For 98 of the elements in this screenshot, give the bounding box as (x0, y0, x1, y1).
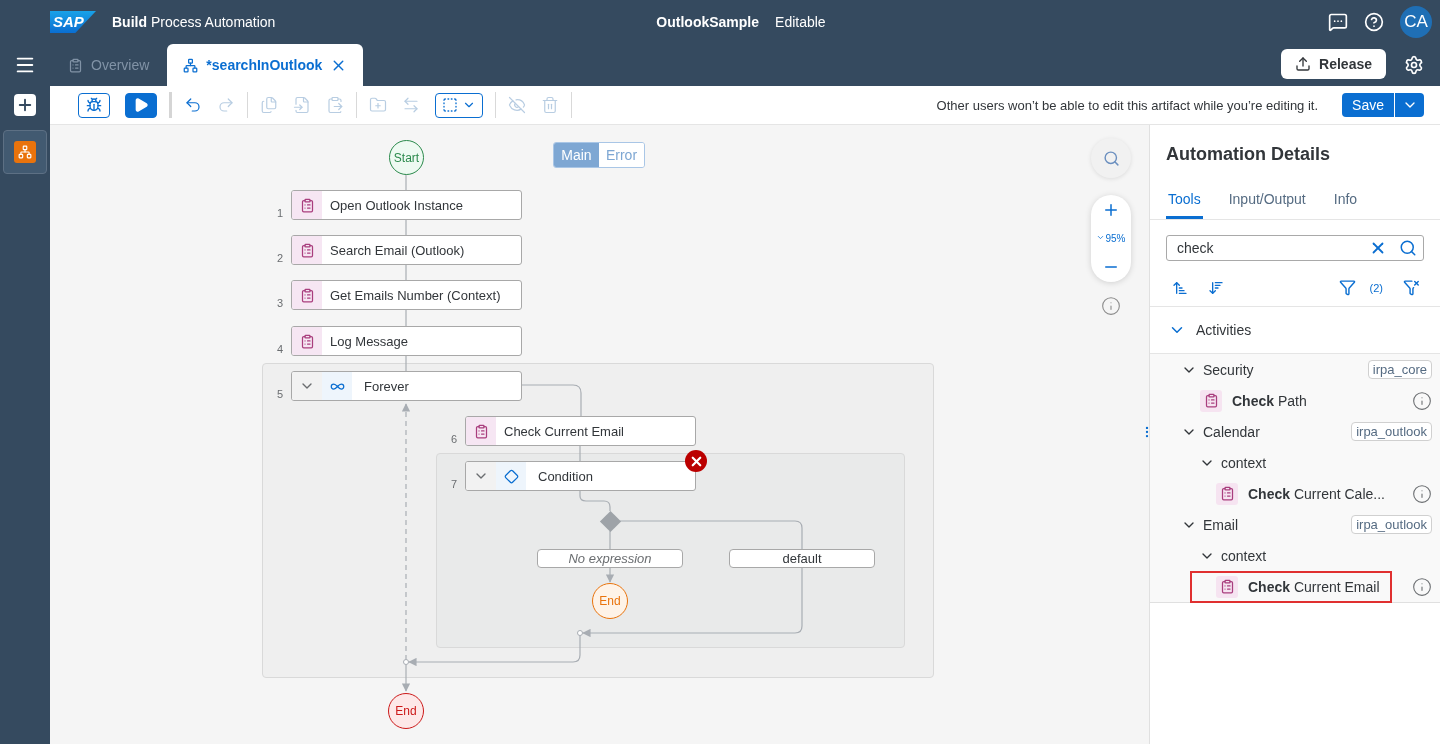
activity-node[interactable]: Check Current Email (465, 416, 696, 446)
save-menu-button[interactable] (1394, 93, 1424, 117)
panel-tab[interactable]: Info (1331, 191, 1360, 219)
activity-node[interactable]: Open Outlook Instance (291, 190, 522, 220)
connector-line (405, 355, 407, 372)
connector-line (579, 490, 611, 512)
info-icon[interactable] (1412, 483, 1432, 504)
library-tag: irpa_core (1367, 360, 1432, 379)
editor-tab[interactable]: *searchInOutlook (167, 44, 364, 86)
clipboard-icon (299, 197, 315, 213)
clipboard-icon (1216, 575, 1238, 598)
activity-item[interactable]: Check Path (1232, 392, 1307, 409)
clipboard-icon (1200, 389, 1222, 412)
junction-dot (577, 630, 583, 636)
diamond-icon (503, 468, 519, 484)
add-button[interactable] (14, 94, 36, 116)
search-bar[interactable]: check (1166, 235, 1424, 261)
panel-tab[interactable]: Input/Output (1226, 191, 1308, 219)
activity-node[interactable]: Forever (291, 371, 522, 401)
tab-label: *searchInOutlook (206, 57, 323, 73)
tree-item[interactable]: context (1221, 454, 1267, 471)
activity-node[interactable]: Log Message (291, 326, 522, 356)
search-icon (1102, 149, 1120, 167)
activity-item[interactable]: Check Current Email (1248, 578, 1380, 595)
tree-item[interactable]: Email (1203, 516, 1238, 533)
step-number: 1 (277, 207, 284, 219)
search-icon[interactable] (1399, 239, 1417, 257)
activity-node[interactable]: Condition (465, 461, 696, 491)
connector-line (405, 309, 407, 327)
clipboard-icon (299, 287, 315, 303)
step-number: 3 (277, 297, 284, 309)
step-number: 6 (451, 433, 458, 445)
clipboard-icon (299, 333, 315, 349)
panel-tab[interactable]: Tools (1166, 191, 1203, 219)
tree-item[interactable]: Security (1203, 361, 1254, 378)
chevron-icon (1096, 233, 1106, 242)
step-number: 7 (451, 478, 458, 490)
filter-count: (2) (1369, 281, 1383, 294)
connector-line (405, 264, 407, 281)
debug-button[interactable] (78, 92, 110, 118)
clipboard-icon (299, 242, 315, 258)
info-icon[interactable] (1412, 576, 1432, 597)
help-icon[interactable] (1364, 12, 1384, 32)
connector-line (405, 173, 407, 191)
info-icon[interactable] (1101, 296, 1121, 316)
settings-icon[interactable] (1404, 55, 1424, 75)
end-node[interactable]: End (388, 693, 424, 729)
branch-label[interactable]: default (729, 549, 875, 568)
hierarchy-icon (183, 57, 199, 73)
connector-line (405, 219, 407, 236)
clipboard-icon (68, 57, 83, 73)
project-title: OutlookSample (656, 14, 760, 30)
clipboard-icon (473, 423, 489, 439)
run-button[interactable] (125, 92, 157, 118)
info-icon[interactable] (1412, 390, 1432, 411)
connector-line (609, 530, 611, 550)
project-status: Editable (775, 14, 826, 30)
undo-icon[interactable] (184, 96, 202, 114)
branch-label[interactable]: No expression (537, 549, 683, 568)
connector-line (521, 384, 582, 417)
play-icon (133, 97, 149, 113)
tree-section[interactable]: Activities (1196, 322, 1252, 338)
panel-title: Automation Details (1165, 143, 1331, 165)
user-avatar[interactable]: CA (1400, 6, 1432, 38)
junction-dot (403, 659, 409, 665)
sort-ascending-icon[interactable] (1172, 279, 1188, 296)
activity-node[interactable]: Get Emails Number (Context) (291, 280, 522, 310)
release-button[interactable]: Release (1281, 49, 1386, 79)
step-number: 5 (277, 388, 284, 400)
editing-notice: Other users won’t be able to edit this artifact while you’re editing it. (936, 97, 1319, 113)
activity-node[interactable]: Search Email (Outlook) (291, 235, 522, 265)
library-tag: irpa_outlook (1351, 422, 1432, 441)
start-node[interactable]: Start (389, 140, 424, 175)
save-button[interactable]: Save (1342, 93, 1394, 117)
filter-icon[interactable] (1338, 279, 1356, 296)
logo: SAP (50, 11, 96, 33)
sort-descending-icon[interactable] (1208, 279, 1224, 296)
clipboard-icon (1216, 482, 1238, 505)
bug-icon (86, 97, 102, 113)
zoom-level[interactable]: 95% (1096, 233, 1126, 244)
upload-icon (1295, 56, 1312, 72)
clear-filter-icon[interactable] (1403, 279, 1420, 296)
library-tag: irpa_outlook (1351, 515, 1432, 534)
connector-line (579, 445, 581, 462)
zoom-in-icon[interactable] (1102, 201, 1120, 219)
plus-icon (16, 96, 34, 114)
nav-item[interactable] (3, 130, 47, 174)
activity-item[interactable]: Check Current Cale... (1248, 485, 1385, 502)
tree-item[interactable]: context (1221, 547, 1267, 564)
tab-label: Overview (91, 57, 150, 73)
tree-item[interactable]: Calendar (1203, 423, 1260, 440)
product-name: Build Process Automation (112, 14, 276, 30)
step-number: 4 (277, 343, 284, 355)
feedback-icon[interactable] (1328, 12, 1348, 32)
step-number: 2 (277, 252, 284, 264)
process-icon (14, 141, 36, 163)
selection-dropdown[interactable] (435, 92, 483, 118)
dashed-square-icon (442, 97, 458, 113)
